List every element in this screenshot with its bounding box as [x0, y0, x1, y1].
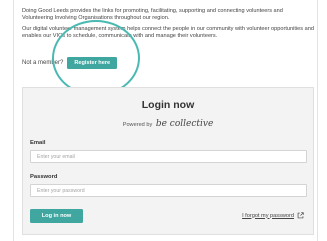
member-row: Not a member? Register here [22, 56, 118, 69]
password-field[interactable] [30, 184, 307, 197]
intro-paragraph-2: Our digital volunteer management system … [22, 26, 314, 39]
external-link-icon [297, 212, 304, 219]
login-title: Login now [141, 99, 195, 111]
intro-text: Doing Good Leeds provides the links for … [22, 8, 314, 44]
intro-paragraph-1: Doing Good Leeds provides the links for … [22, 8, 283, 21]
forgot-password-text[interactable]: I forgot my password [242, 213, 294, 219]
register-button[interactable]: Register here [67, 56, 118, 69]
powered-by-text: Powered by [122, 122, 153, 128]
be-collective-logo: be collective [155, 119, 214, 129]
forgot-password-link[interactable]: I forgot my password [242, 212, 304, 219]
not-a-member-text: Not a member? [22, 59, 64, 66]
login-panel: Login now Powered by be collective Email… [22, 87, 314, 235]
password-label: Password [30, 174, 58, 180]
powered-by: Powered by be collective [23, 119, 313, 129]
email-field[interactable] [30, 150, 307, 163]
email-label: Email [30, 140, 46, 146]
page-frame: Doing Good Leeds provides the links for … [13, 0, 318, 241]
log-in-button[interactable]: Log in now [30, 209, 83, 223]
